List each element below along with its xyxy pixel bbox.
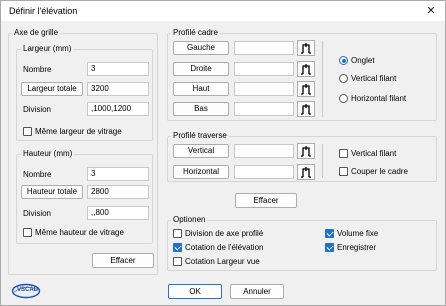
profile-pick-icon xyxy=(301,64,311,75)
largeur-totale-button[interactable]: Largeur totale xyxy=(21,82,83,96)
volume-fixe-label: Volume fixe xyxy=(337,229,379,238)
largeur-division-input[interactable]: ,1000,1200 xyxy=(87,102,149,116)
ok-button[interactable]: OK xyxy=(168,284,222,299)
optionen-title: Optionen xyxy=(171,215,208,224)
hauteur-totale-input[interactable]: 2800 xyxy=(87,185,149,199)
meme-hauteur-checkbox[interactable] xyxy=(23,228,32,237)
enregistrer-checkbox[interactable] xyxy=(325,243,334,252)
cotation-largeur-vue-label: Cotation Largeur vue xyxy=(185,257,260,266)
cotation-largeur-vue-checkbox[interactable] xyxy=(173,257,182,266)
largeur-nombre-label: Nombre xyxy=(23,65,52,74)
volume-fixe-checkbox[interactable] xyxy=(325,229,334,238)
vscad-logo-text: VSCAD xyxy=(17,287,39,293)
profile-pick-icon xyxy=(301,84,311,95)
cadre-droite-pick[interactable] xyxy=(297,61,315,77)
dialog-window: Définir l'élévation ✕ Axe de grille Larg… xyxy=(0,0,446,306)
close-icon[interactable]: ✕ xyxy=(423,3,439,19)
annuler-button[interactable]: Annuler xyxy=(230,284,284,299)
cadre-bas-button[interactable]: Bas xyxy=(173,102,229,116)
vertical-filant-radio[interactable] xyxy=(339,74,348,83)
traverse-vertical-input[interactable] xyxy=(234,144,294,158)
meme-hauteur-label: Même hauteur de vitrage xyxy=(35,228,124,237)
hauteur-nombre-label: Nombre xyxy=(23,170,52,179)
traverse-vertical-pick[interactable] xyxy=(297,143,315,159)
cotation-elevation-label: Cotation de l'élévation xyxy=(185,243,264,252)
window-title: Définir l'élévation xyxy=(9,6,78,16)
division-axe-profile-label: Division de axe profilé xyxy=(185,229,264,238)
traverse-separator xyxy=(322,144,323,178)
traverse-horizontal-pick[interactable] xyxy=(297,164,315,180)
profile-pick-icon xyxy=(301,167,311,178)
axe-grille-title: Axe de grille xyxy=(12,28,61,37)
couper-cadre-label: Couper le cadre xyxy=(351,167,408,176)
hauteur-nombre-input[interactable]: 3 xyxy=(87,167,149,181)
vscad-logo: VSCAD xyxy=(11,283,41,299)
cadre-bas-pick[interactable] xyxy=(297,101,315,117)
traverse-vertical-button[interactable]: Vertical xyxy=(173,144,229,158)
effacer-right-button[interactable]: Effacer xyxy=(235,193,297,208)
profile-pick-icon xyxy=(301,146,311,157)
cadre-haut-button[interactable]: Haut xyxy=(173,82,229,96)
couper-cadre-checkbox[interactable] xyxy=(339,167,348,176)
traverse-horizontal-input[interactable] xyxy=(234,165,294,179)
cadre-gauche-button[interactable]: Gauche xyxy=(173,41,229,55)
profile-pick-icon xyxy=(301,43,311,54)
profile-cadre-title: Profilé cadre xyxy=(171,28,220,37)
cadre-separator xyxy=(322,41,323,117)
cadre-droite-input[interactable] xyxy=(234,62,294,76)
enregistrer-label: Enregistrer xyxy=(337,243,377,252)
title-bar: Définir l'élévation ✕ xyxy=(1,1,445,21)
largeur-title: Largeur (mm) xyxy=(21,44,74,53)
meme-largeur-checkbox[interactable] xyxy=(23,127,32,136)
horizontal-filant-radio[interactable] xyxy=(339,94,348,103)
division-axe-profile-checkbox[interactable] xyxy=(173,229,182,238)
effacer-left-button[interactable]: Effacer xyxy=(92,253,154,268)
vertical-filant-radio-label: Vertical filant xyxy=(351,74,397,83)
profile-traverse-title: Profilé traverse xyxy=(171,131,229,140)
horizontal-filant-radio-label: Horizontal filant xyxy=(351,94,407,103)
cadre-haut-pick[interactable] xyxy=(297,81,315,97)
cadre-haut-input[interactable] xyxy=(234,82,294,96)
hauteur-title: Hauteur (mm) xyxy=(21,149,75,158)
meme-largeur-label: Même largeur de vitrage xyxy=(35,127,122,136)
hauteur-division-input[interactable]: ,,800 xyxy=(87,206,149,220)
hauteur-totale-button[interactable]: Hauteur totale xyxy=(21,185,83,199)
traverse-vertical-filant-checkbox[interactable] xyxy=(339,149,348,158)
largeur-division-label: Division xyxy=(23,105,52,114)
traverse-horizontal-button[interactable]: Horizontal xyxy=(173,165,229,179)
cadre-gauche-pick[interactable] xyxy=(297,40,315,56)
largeur-totale-input[interactable]: 3200 xyxy=(87,82,149,96)
traverse-vertical-filant-label: Vertical filant xyxy=(351,149,397,158)
largeur-nombre-input[interactable]: 3 xyxy=(87,62,149,76)
cadre-gauche-input[interactable] xyxy=(234,41,294,55)
cotation-elevation-checkbox[interactable] xyxy=(173,243,182,252)
onglet-radio[interactable] xyxy=(339,56,348,65)
onglet-label: Onglet xyxy=(351,56,375,65)
hauteur-division-label: Division xyxy=(23,209,52,218)
profile-pick-icon xyxy=(301,104,311,115)
cadre-bas-input[interactable] xyxy=(234,102,294,116)
cadre-droite-button[interactable]: Droite xyxy=(173,62,229,76)
